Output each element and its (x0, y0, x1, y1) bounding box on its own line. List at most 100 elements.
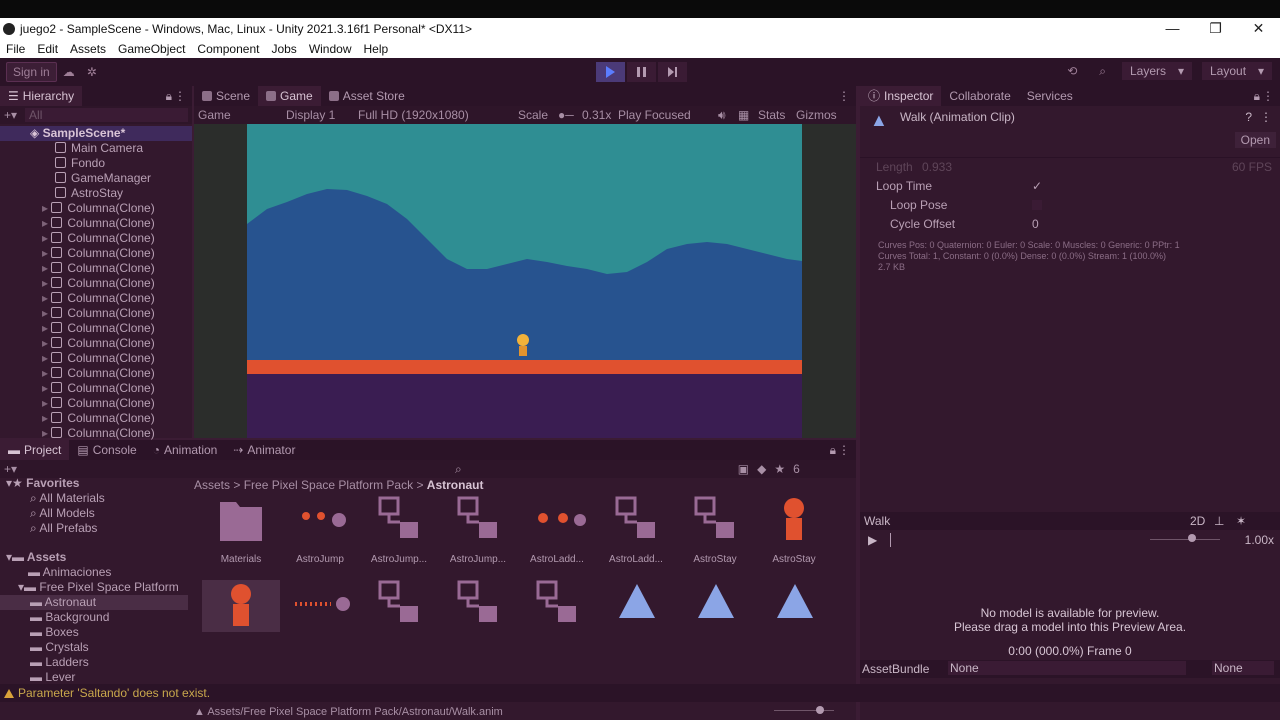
preview-avatar-icon[interactable]: ✶ (1236, 514, 1246, 528)
tree-item[interactable]: AstroStay (0, 186, 192, 201)
tree-item[interactable]: Columna(Clone) (0, 201, 192, 216)
more-icon[interactable]: ⋮ (838, 89, 850, 103)
icon-size-slider-handle[interactable] (816, 706, 824, 714)
status-message[interactable]: Parameter 'Saltando' does not exist. (18, 686, 210, 700)
lock-icon[interactable]: 🔒︎ (1254, 89, 1260, 104)
tab-animator[interactable]: ⇢ Animator (225, 440, 303, 460)
game-mode-dropdown[interactable]: Game (198, 108, 286, 122)
play-focused-dropdown[interactable]: Play Focused (618, 108, 718, 122)
tree-item[interactable]: Columna(Clone) (0, 216, 192, 231)
more-icon[interactable]: ⋮ (1262, 89, 1274, 103)
asset-tile[interactable]: AstroJump (281, 496, 359, 565)
more-icon[interactable]: ⋮ (838, 443, 850, 457)
asset-tile[interactable] (360, 580, 438, 633)
breadcrumb-item[interactable]: Assets (194, 478, 230, 492)
collab-icon[interactable]: ✲ (81, 65, 103, 79)
search-icon[interactable]: ⌕ (1093, 64, 1112, 79)
maximize-button[interactable]: ❐ (1194, 18, 1237, 40)
menu-window[interactable]: Window (303, 42, 358, 56)
folder-item[interactable]: ▬ Crystals (0, 640, 188, 655)
breadcrumb-item[interactable]: Astronaut (427, 478, 484, 492)
open-button[interactable]: Open (1234, 132, 1276, 148)
loop-time-checkbox[interactable]: ✓ (1032, 177, 1042, 196)
preview-play-icon[interactable]: ▶ (868, 533, 877, 547)
menu-file[interactable]: File (0, 42, 31, 56)
tree-item[interactable]: Columna(Clone) (0, 291, 192, 306)
tree-item[interactable]: Main Camera (0, 141, 192, 156)
more-icon[interactable]: ⋮ (174, 89, 186, 103)
tab-asset-store[interactable]: Asset Store (321, 86, 413, 106)
help-icon[interactable]: ? (1245, 110, 1252, 124)
tree-item[interactable]: Columna(Clone) (0, 276, 192, 291)
asset-tile[interactable] (439, 580, 517, 633)
layout-dropdown[interactable]: Layout (1202, 62, 1272, 80)
tab-console[interactable]: ▤ Console (69, 440, 144, 460)
tab-scene[interactable]: Scene (194, 86, 258, 106)
tree-item[interactable]: Columna(Clone) (0, 411, 192, 426)
menu-component[interactable]: Component (191, 42, 265, 56)
assets-header[interactable]: ▾▬ Assets (0, 550, 188, 565)
tree-item[interactable]: Columna(Clone) (0, 321, 192, 336)
tab-hierarchy[interactable]: ☰ Hierarchy (0, 86, 83, 106)
create-button[interactable]: +▾ (4, 462, 17, 476)
tree-item[interactable]: GameManager (0, 171, 192, 186)
history-icon[interactable]: ⟲ (1061, 64, 1083, 78)
fav-item[interactable]: ⌕ All Models (0, 506, 188, 521)
mute-audio-icon[interactable]: 🔊︎ (718, 108, 738, 123)
resolution-dropdown[interactable]: Full HD (1920x1080) (358, 108, 518, 122)
tree-item[interactable]: Columna(Clone) (0, 336, 192, 351)
fav-item[interactable]: ⌕ All Prefabs (0, 521, 188, 536)
cloud-icon[interactable]: ☁ (57, 65, 81, 79)
sign-in-button[interactable]: Sign in (6, 62, 57, 82)
gizmos-button[interactable]: Gizmos (796, 108, 837, 122)
fav-item[interactable]: ⌕ All Materials (0, 491, 188, 506)
game-viewport[interactable] (194, 124, 856, 438)
menu-edit[interactable]: Edit (31, 42, 64, 56)
tree-item[interactable]: Columna(Clone) (0, 426, 192, 441)
cycle-offset-field[interactable]: 0 (1032, 215, 1039, 234)
asset-tile[interactable]: AstroStay (676, 496, 754, 565)
asset-tile[interactable]: Materials (202, 496, 280, 565)
asset-tile[interactable]: AstroJump... (439, 496, 517, 565)
display-dropdown[interactable]: Display 1 (286, 108, 358, 122)
grid-icon[interactable]: ▦ (738, 108, 758, 122)
asset-tile[interactable]: AstroLadd... (597, 496, 675, 565)
settings-icon[interactable]: ⋮ (1260, 110, 1272, 124)
folder-item[interactable]: ▬ Animaciones (0, 565, 188, 580)
tab-project[interactable]: ▬ Project (0, 440, 70, 460)
menu-gameobject[interactable]: GameObject (112, 42, 191, 56)
asset-tile[interactable] (281, 580, 359, 633)
favorite-icon[interactable]: ★ (774, 462, 785, 476)
tree-item[interactable]: Columna(Clone) (0, 366, 192, 381)
tree-item[interactable]: Fondo (0, 156, 192, 171)
tab-animation[interactable]: ◔ Animation (145, 440, 226, 460)
menu-jobs[interactable]: Jobs (265, 42, 302, 56)
timeline-cursor[interactable] (890, 533, 891, 547)
step-button[interactable] (658, 62, 687, 82)
preview-pivot-icon[interactable]: ⊥ (1214, 514, 1224, 528)
asset-tile-selected[interactable] (202, 580, 280, 632)
lock-icon[interactable]: 🔒︎ (166, 89, 172, 104)
icon-size-slider[interactable] (774, 710, 834, 711)
asset-tile[interactable] (597, 580, 675, 633)
tab-collaborate[interactable]: Collaborate (941, 86, 1018, 106)
stats-button[interactable]: Stats (758, 108, 796, 122)
asset-tile[interactable]: AstroStay (755, 496, 833, 565)
tab-inspector[interactable]: ⓘ Inspector (860, 86, 942, 106)
filter-icon[interactable]: ▣ (738, 462, 749, 476)
menu-assets[interactable]: Assets (64, 42, 112, 56)
menu-help[interactable]: Help (358, 42, 395, 56)
loop-pose-checkbox[interactable] (1032, 200, 1042, 210)
tab-services[interactable]: Services (1019, 86, 1081, 106)
tree-item[interactable]: Columna(Clone) (0, 396, 192, 411)
favorites-header[interactable]: ▾★ Favorites (0, 476, 188, 491)
folder-item[interactable]: ▬ Lever (0, 670, 188, 685)
label-icon[interactable]: ◆ (757, 462, 766, 476)
folder-item[interactable]: ▾▬ Free Pixel Space Platform (0, 580, 188, 595)
add-button[interactable]: +▾ (4, 108, 17, 122)
speed-slider[interactable] (1150, 539, 1220, 540)
asset-tile[interactable] (518, 580, 596, 633)
scene-root[interactable]: ◈ SampleScene* (0, 126, 192, 141)
tab-game[interactable]: Game (258, 86, 321, 106)
asset-tile[interactable] (676, 580, 754, 633)
